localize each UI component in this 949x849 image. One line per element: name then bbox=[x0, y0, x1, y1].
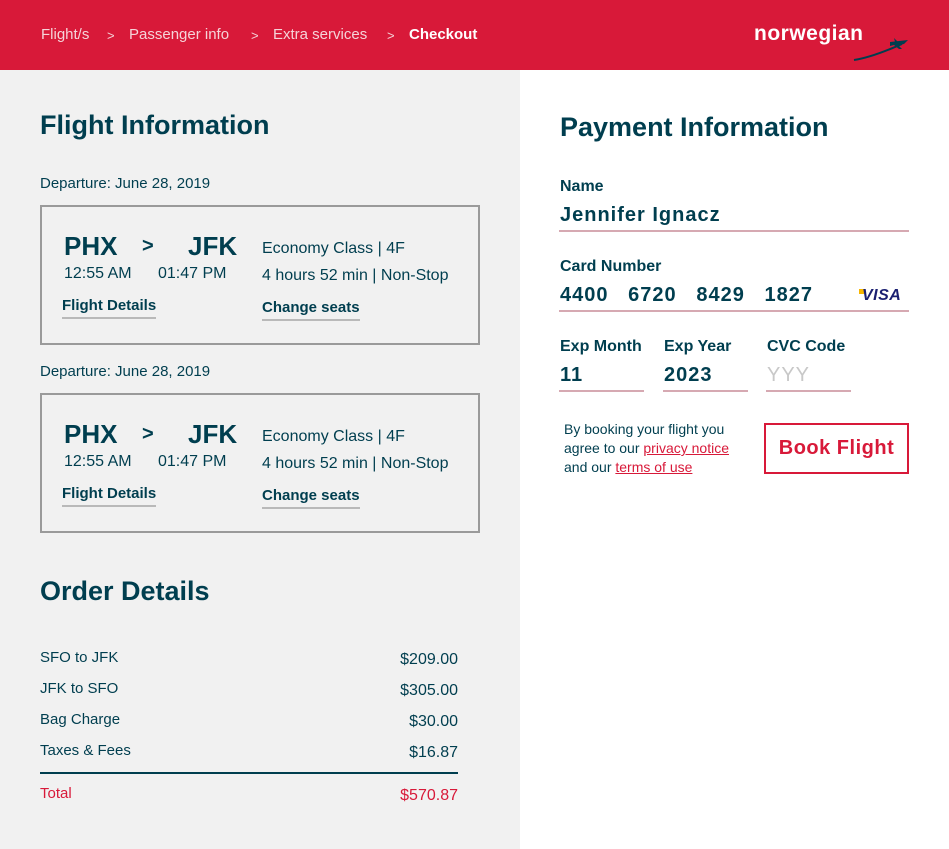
breadcrumb-flights[interactable]: Flight/s bbox=[41, 26, 89, 43]
total-amount: $570.87 bbox=[400, 787, 458, 804]
total-label: Total bbox=[40, 785, 72, 802]
origin-airport: PHX bbox=[64, 231, 118, 261]
breadcrumb-extra-services[interactable]: Extra services bbox=[273, 26, 367, 43]
breadcrumb-separator: > bbox=[251, 28, 259, 43]
order-line-item: JFK to SFO $305.00 bbox=[40, 680, 458, 704]
privacy-notice-link[interactable]: privacy notice bbox=[643, 440, 729, 456]
class-seat: Economy Class | 4F bbox=[262, 428, 405, 445]
order-line-item: SFO to JFK $209.00 bbox=[40, 649, 458, 673]
visa-icon: VISA bbox=[862, 287, 902, 304]
order-details-heading: Order Details bbox=[40, 576, 210, 606]
flight-duration: 4 hours 52 min | Non-Stop bbox=[262, 455, 449, 472]
card-number-label: Card Number bbox=[560, 258, 662, 275]
origin-airport: PHX bbox=[64, 419, 118, 449]
card-number-input[interactable] bbox=[559, 280, 909, 312]
change-seats-link[interactable]: Change seats bbox=[262, 487, 360, 509]
exp-month-input[interactable] bbox=[559, 360, 644, 392]
flight-details-link[interactable]: Flight Details bbox=[62, 485, 157, 507]
book-flight-button[interactable]: Book Flight bbox=[764, 423, 909, 474]
breadcrumb-separator: > bbox=[387, 28, 395, 43]
arrival-time: 01:47 PM bbox=[158, 453, 227, 470]
line-item-label: SFO to JFK bbox=[40, 649, 119, 666]
line-item-label: JFK to SFO bbox=[40, 680, 119, 697]
order-total-row: Total $570.87 bbox=[40, 785, 458, 809]
line-item-label: Taxes & Fees bbox=[40, 742, 131, 759]
exp-month-label: Exp Month bbox=[560, 338, 642, 355]
breadcrumb-separator: > bbox=[107, 28, 115, 43]
line-item-label: Bag Charge bbox=[40, 711, 121, 728]
flight-details-link[interactable]: Flight Details bbox=[62, 297, 157, 319]
route-arrow: > bbox=[142, 423, 154, 445]
line-item-amount: $16.87 bbox=[409, 744, 458, 761]
destination-airport: JFK bbox=[188, 231, 238, 261]
norwegian-logo[interactable]: norwegian bbox=[754, 22, 914, 64]
exp-year-input[interactable] bbox=[663, 360, 748, 392]
departure-label: Departure: June 28, 2019 bbox=[40, 363, 211, 380]
departure-label: Departure: June 28, 2019 bbox=[40, 175, 211, 192]
cvc-input[interactable] bbox=[766, 360, 851, 392]
airplane-swoosh-icon bbox=[853, 38, 908, 61]
payment-information-heading: Payment Information bbox=[560, 112, 829, 142]
line-item-amount: $30.00 bbox=[409, 713, 458, 730]
order-line-item: Bag Charge $30.00 bbox=[40, 711, 458, 735]
flight-card: PHX > JFK 12:55 AM 01:47 PM Economy Clas… bbox=[40, 393, 480, 533]
name-label: Name bbox=[560, 178, 604, 195]
flight-duration: 4 hours 52 min | Non-Stop bbox=[262, 267, 449, 284]
change-seats-link[interactable]: Change seats bbox=[262, 299, 360, 321]
breadcrumb-checkout: Checkout bbox=[409, 26, 478, 43]
logo-wordmark: norwegian bbox=[754, 22, 864, 45]
name-input[interactable] bbox=[559, 200, 909, 232]
top-bar: Flight/s > Passenger info > Extra servic… bbox=[0, 0, 949, 70]
arrival-time: 01:47 PM bbox=[158, 265, 227, 282]
order-divider bbox=[40, 772, 458, 774]
terms-mid: and our bbox=[564, 459, 616, 475]
destination-airport: JFK bbox=[188, 419, 238, 449]
breadcrumb-passenger-info[interactable]: Passenger info bbox=[129, 26, 229, 43]
departure-time: 12:55 AM bbox=[64, 265, 132, 282]
exp-year-label: Exp Year bbox=[664, 338, 732, 355]
route-arrow: > bbox=[142, 235, 154, 257]
flight-card: PHX > JFK 12:55 AM 01:47 PM Economy Clas… bbox=[40, 205, 480, 345]
class-seat: Economy Class | 4F bbox=[262, 240, 405, 257]
flight-information-heading: Flight Information bbox=[40, 110, 270, 140]
line-item-amount: $305.00 bbox=[400, 682, 458, 699]
terms-of-use-link[interactable]: terms of use bbox=[615, 459, 692, 475]
departure-time: 12:55 AM bbox=[64, 453, 132, 470]
cvc-label: CVC Code bbox=[767, 338, 846, 355]
order-line-item: Taxes & Fees $16.87 bbox=[40, 742, 458, 766]
terms-notice: By booking your flight you agree to our … bbox=[564, 420, 754, 477]
line-item-amount: $209.00 bbox=[400, 651, 458, 668]
